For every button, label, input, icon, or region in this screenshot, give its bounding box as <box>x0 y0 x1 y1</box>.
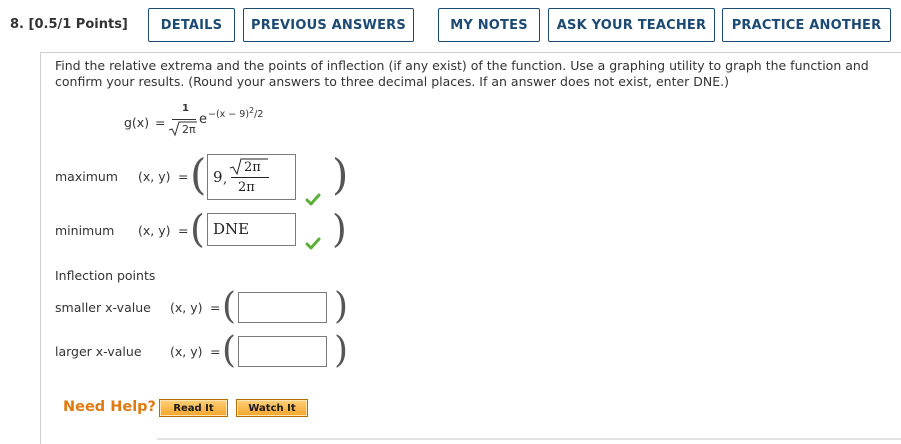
my-notes-button[interactable]: MY NOTES <box>438 8 540 42</box>
details-button[interactable]: DETAILS <box>148 8 235 42</box>
function-lhs: g(x) <box>124 115 150 130</box>
check-icon <box>305 193 321 206</box>
inflection-larger-label: larger x-value <box>55 344 142 359</box>
maximum-y-denominator: 2π <box>238 180 255 195</box>
minimum-equals: = <box>178 223 189 238</box>
function-base: e <box>199 112 207 127</box>
function-exponent-body: −(x − 9) <box>208 109 250 121</box>
inflection-larger-equals: = <box>210 344 221 359</box>
maximum-equals: = <box>178 169 189 184</box>
minimum-label: minimum <box>55 223 115 238</box>
maximum-xy-label: (x, y) <box>138 169 171 184</box>
check-icon <box>305 237 321 250</box>
read-it-button[interactable]: Read It <box>159 399 228 417</box>
bottom-divider <box>157 438 901 440</box>
maximum-label: maximum <box>55 169 118 184</box>
inflection-larger-close-paren: ) <box>334 330 349 371</box>
question-header: 8. [0.5/1 Points] <box>10 17 128 32</box>
inflection-larger-open-paren: ( <box>222 330 237 371</box>
function-denominator: 2π <box>182 123 196 136</box>
maximum-answer-box[interactable]: 9 , 2π 2π <box>207 154 296 200</box>
question-frame-left <box>40 52 41 444</box>
fraction-bar <box>172 119 196 120</box>
inflection-smaller-open-paren: ( <box>222 286 237 327</box>
maximum-y-numerator: 2π <box>244 160 261 175</box>
function-numerator: 1 <box>182 103 189 114</box>
maximum-fraction-bar <box>231 177 269 178</box>
ask-teacher-button[interactable]: ASK YOUR TEACHER <box>548 8 715 42</box>
function-equals: = <box>155 115 166 130</box>
previous-answers-button[interactable]: PREVIOUS ANSWERS <box>243 8 414 42</box>
function-exponent-tail: /2 <box>254 109 264 121</box>
question-prompt: Find the relative extrema and the points… <box>55 58 869 89</box>
inflection-larger-input[interactable] <box>238 336 327 367</box>
function-exponent: −(x − 9)2/2 <box>208 106 263 120</box>
inflection-smaller-input[interactable] <box>238 292 327 323</box>
maximum-x-value: 9 <box>213 168 223 186</box>
question-points: [0.5/1 Points] <box>28 17 128 32</box>
minimum-answer-value: DNE <box>213 220 250 238</box>
minimum-close-paren: ) <box>332 207 347 251</box>
minimum-xy-label: (x, y) <box>138 223 171 238</box>
inflection-smaller-equals: = <box>210 300 221 315</box>
practice-another-button[interactable]: PRACTICE ANOTHER <box>722 8 891 42</box>
question-number: 8. <box>10 17 24 32</box>
need-help-label: Need Help? <box>63 399 156 415</box>
inflection-smaller-close-paren: ) <box>334 286 349 327</box>
watch-it-button[interactable]: Watch It <box>236 399 308 417</box>
maximum-comma: , <box>223 172 228 187</box>
inflection-larger-xy-label: (x, y) <box>170 344 203 359</box>
inflection-heading: Inflection points <box>55 268 156 283</box>
question-frame-top <box>40 52 901 53</box>
inflection-smaller-label: smaller x-value <box>55 300 151 315</box>
maximum-close-paren: ) <box>332 150 349 199</box>
maximum-open-paren: ( <box>190 150 207 199</box>
inflection-smaller-xy-label: (x, y) <box>170 300 203 315</box>
minimum-open-paren: ( <box>190 207 205 251</box>
minimum-answer-box[interactable]: DNE <box>207 213 296 246</box>
